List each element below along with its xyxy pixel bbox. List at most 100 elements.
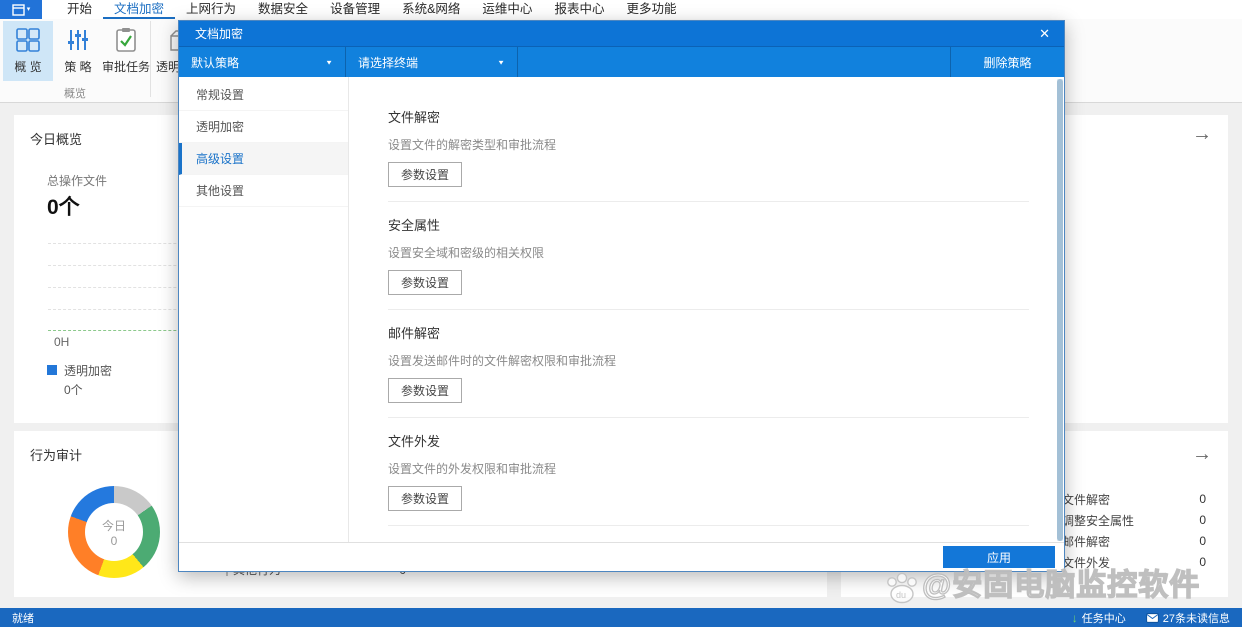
stat-label: 邮件解密 bbox=[1062, 534, 1111, 549]
sidebar-item-advanced-settings[interactable]: 高级设置 bbox=[179, 143, 348, 175]
section-title: 安全属性 bbox=[388, 218, 441, 233]
terminal-dropdown-placeholder: 请选择终端 bbox=[358, 55, 419, 70]
stat-row: 文件解密 0 bbox=[1055, 489, 1208, 509]
section-title: 邮件解密 bbox=[388, 326, 441, 341]
stat-label: 文件解密 bbox=[1062, 492, 1111, 507]
ribbon-policy-button[interactable]: 策 略 bbox=[58, 21, 98, 81]
dialog-title-bar: 文档加密 ✕ bbox=[179, 21, 1064, 47]
tab-home[interactable]: 开始 bbox=[56, 0, 103, 19]
status-ready-text: 就绪 bbox=[12, 612, 34, 625]
today-card-title: 今日概览 bbox=[30, 132, 83, 147]
tab-doc-encryption[interactable]: 文档加密 bbox=[103, 0, 176, 19]
watermark-text: @安固电脑监控软件 bbox=[921, 568, 1201, 602]
legend-label: 透明加密 bbox=[64, 364, 113, 378]
donut-center-value: 0 bbox=[110, 533, 118, 548]
approve-clipboard-icon bbox=[116, 28, 136, 52]
dialog-body: 常规设置 透明加密 高级设置 其他设置 文件解密 设置文件的解密类型和审批流程 … bbox=[179, 77, 1064, 542]
section-offline-policy: 离线策略 应对出差、服务器故障等原因导致的终端离线 bbox=[388, 526, 1029, 542]
param-settings-button[interactable]: 参数设置 bbox=[388, 378, 463, 403]
ribbon-policy-label: 策 略 bbox=[64, 60, 92, 74]
legend-value: 0个 bbox=[64, 383, 83, 397]
ribbon-group-separator bbox=[150, 21, 151, 97]
section-security-attributes: 安全属性 设置安全域和密级的相关权限 参数设置 bbox=[388, 202, 1029, 310]
param-settings-button[interactable]: 参数设置 bbox=[388, 162, 463, 187]
stat-value: 0 bbox=[1199, 492, 1206, 506]
chevron-down-icon: ▼ bbox=[325, 58, 333, 66]
behavior-donut-chart: 今日 0 bbox=[68, 486, 160, 578]
donut-center-label: 今日 bbox=[101, 518, 126, 533]
section-description: 设置安全域和密级的相关权限 bbox=[388, 246, 545, 260]
ribbon-overview-button[interactable]: 概 览 bbox=[3, 21, 53, 81]
tab-report-center[interactable]: 报表中心 bbox=[543, 0, 615, 19]
dialog-content: 文件解密 设置文件的解密类型和审批流程 参数设置 安全属性 设置安全域和密级的相… bbox=[349, 77, 1064, 542]
chart-x-tick: 0H bbox=[54, 335, 70, 349]
doc-encryption-dialog: 文档加密 ✕ 默认策略 ▼ 请选择终端 ▼ 删除策略 常规设置 透明加密 高级设… bbox=[178, 20, 1065, 572]
policy-dropdown-value: 默认策略 bbox=[191, 55, 240, 70]
ribbon-group-label: 概览 bbox=[64, 88, 86, 100]
card-arrow-right-icon[interactable]: → bbox=[1192, 123, 1212, 146]
dialog-sidebar: 常规设置 透明加密 高级设置 其他设置 bbox=[179, 77, 349, 542]
delete-policy-button[interactable]: 删除策略 bbox=[950, 47, 1064, 77]
status-bar-right: ↓ 任务中心 27条未读信息 bbox=[1072, 610, 1230, 626]
stat-value: 0 bbox=[1199, 513, 1206, 527]
ribbon-overview-label: 概 览 bbox=[14, 60, 42, 74]
overview-grid-icon bbox=[16, 28, 40, 52]
total-files-label: 总操作文件 bbox=[47, 174, 108, 188]
tab-ops-center[interactable]: 运维中心 bbox=[471, 0, 543, 19]
section-description: 设置文件的外发权限和审批流程 bbox=[388, 462, 557, 476]
paw-logo-icon: du bbox=[887, 572, 917, 604]
status-bar: 就绪 ↓ 任务中心 27条未读信息 bbox=[0, 608, 1242, 627]
dialog-title: 文档加密 bbox=[195, 27, 244, 41]
donut-center: 今日 0 bbox=[85, 503, 143, 561]
envelope-icon bbox=[1146, 612, 1159, 623]
svg-text:du: du bbox=[896, 590, 906, 600]
sidebar-item-transparent-encryption[interactable]: 透明加密 bbox=[179, 111, 348, 143]
ribbon-approve-tasks-label: 审批任务 bbox=[101, 60, 150, 74]
unread-messages-label: 27条未读信息 bbox=[1162, 612, 1230, 625]
task-center-label: 任务中心 bbox=[1081, 612, 1126, 625]
tab-system-network[interactable]: 系统&网络 bbox=[391, 0, 471, 19]
menu-tabs: 开始 文档加密 上网行为 数据安全 设备管理 系统&网络 运维中心 报表中心 更… bbox=[56, 0, 687, 19]
sidebar-item-general-settings[interactable]: 常规设置 bbox=[179, 79, 348, 111]
app-menu-caret-icon: ▾ bbox=[26, 6, 31, 13]
terminal-dropdown[interactable]: 请选择终端 ▼ bbox=[346, 47, 518, 77]
tab-device-management[interactable]: 设备管理 bbox=[319, 0, 391, 19]
app-menu-button[interactable]: ▾ bbox=[0, 0, 42, 19]
section-file-decryption: 文件解密 设置文件的解密类型和审批流程 参数设置 bbox=[388, 107, 1029, 202]
task-center-button[interactable]: ↓ 任务中心 bbox=[1072, 610, 1126, 626]
section-description: 设置发送邮件时的文件解密权限和审批流程 bbox=[388, 354, 617, 368]
stat-value: 0 bbox=[1199, 534, 1206, 548]
chevron-down-icon: ▼ bbox=[497, 58, 505, 66]
app-window-icon bbox=[12, 3, 25, 16]
section-title: 文件外发 bbox=[388, 434, 441, 449]
card-arrow-right-icon[interactable]: → bbox=[1192, 443, 1212, 466]
download-arrow-icon: ↓ bbox=[1071, 610, 1078, 625]
behavior-card-title: 行为审计 bbox=[30, 448, 83, 463]
stat-value: 0 bbox=[1199, 555, 1206, 569]
menu-bar: ▾ 开始 文档加密 上网行为 数据安全 设备管理 系统&网络 运维中心 报表中心… bbox=[0, 0, 1242, 19]
section-file-outgoing: 文件外发 设置文件的外发权限和审批流程 参数设置 bbox=[388, 418, 1029, 526]
section-description: 设置文件的解密类型和审批流程 bbox=[388, 138, 557, 152]
unread-messages-button[interactable]: 27条未读信息 bbox=[1146, 610, 1230, 626]
stat-row: 邮件解密 0 bbox=[1055, 531, 1208, 551]
policy-dropdown[interactable]: 默认策略 ▼ bbox=[179, 47, 346, 77]
param-settings-button[interactable]: 参数设置 bbox=[388, 270, 463, 295]
dialog-toolbar: 默认策略 ▼ 请选择终端 ▼ 删除策略 bbox=[179, 47, 1064, 77]
watermark: du @安固电脑监控软件 bbox=[884, 560, 1200, 604]
policy-sliders-icon bbox=[68, 30, 88, 50]
tab-data-security[interactable]: 数据安全 bbox=[247, 0, 319, 19]
sidebar-item-other-settings[interactable]: 其他设置 bbox=[179, 175, 348, 207]
close-icon[interactable]: ✕ bbox=[1039, 27, 1050, 40]
total-files-value: 0个 bbox=[47, 196, 80, 219]
tab-more-features[interactable]: 更多功能 bbox=[615, 0, 687, 19]
dialog-scrollbar[interactable] bbox=[1057, 79, 1063, 541]
legend-swatch bbox=[47, 365, 57, 375]
ribbon-approve-tasks-button[interactable]: 审批任务 bbox=[100, 21, 152, 81]
section-title: 文件解密 bbox=[388, 110, 441, 125]
stat-row: 调整安全属性 0 bbox=[1055, 510, 1208, 530]
tab-web-behavior[interactable]: 上网行为 bbox=[175, 0, 247, 19]
stat-label: 调整安全属性 bbox=[1062, 513, 1135, 528]
param-settings-button[interactable]: 参数设置 bbox=[388, 486, 463, 511]
scrollbar-thumb[interactable] bbox=[1057, 79, 1063, 541]
